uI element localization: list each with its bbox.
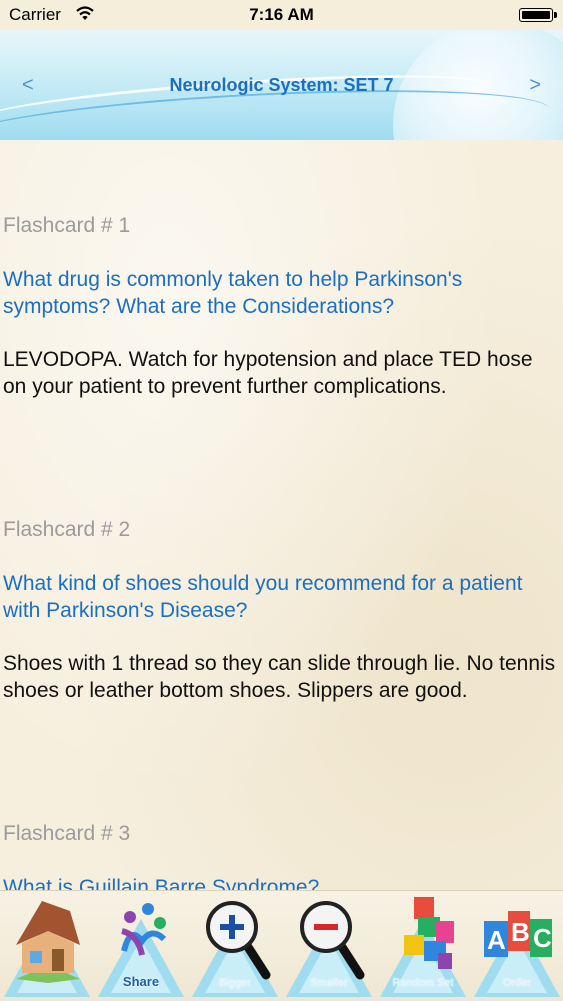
flashcard-question: What kind of shoes should you recommend … <box>3 572 523 622</box>
flashcard-question: What is Guillain Barre Syndrome? <box>3 876 320 890</box>
flashcard-label: Flashcard # 2 <box>3 518 131 541</box>
flashcard: Flashcard # 2 What kind of shoes should … <box>3 518 559 704</box>
share-button[interactable]: Share <box>94 891 188 1001</box>
order-label: Order <box>502 977 532 989</box>
svg-text:B: B <box>511 917 530 947</box>
bottom-toolbar: Share Bigger Smaller Random Set A B C Or… <box>0 890 563 1001</box>
clock: 7:16 AM <box>249 5 314 24</box>
flashcard-question: What drug is commonly taken to help Park… <box>3 268 463 318</box>
flashcard-label: Flashcard # 1 <box>3 214 131 237</box>
zoom-out-button[interactable]: Smaller <box>282 891 376 1001</box>
svg-text:A: A <box>487 925 506 955</box>
smaller-label: Smaller <box>310 977 348 989</box>
abc-icon: A B C <box>484 911 552 957</box>
status-bar: Carrier 7:16 AM <box>0 0 563 30</box>
home-button[interactable] <box>0 891 94 1001</box>
home-icon <box>16 901 80 983</box>
nav-header: < Neurologic System: SET 7 > <box>0 30 563 140</box>
flashcard: Flashcard # 3 What is Guillain Barre Syn… <box>3 822 559 890</box>
flashcard-answer: LEVODOPA. Watch for hypotension and plac… <box>3 348 533 398</box>
random-set-button[interactable]: Random Set <box>376 891 470 1001</box>
order-button[interactable]: A B C Order <box>470 891 563 1001</box>
puzzle-icon <box>404 897 454 969</box>
flashcard-list[interactable]: Flashcard # 1 What drug is commonly take… <box>0 140 563 890</box>
zoom-in-icon <box>206 901 271 980</box>
zoom-out-icon <box>300 901 365 980</box>
share-label: Share <box>122 974 160 989</box>
share-icon <box>121 903 167 956</box>
svg-text:C: C <box>533 923 552 953</box>
bigger-label: Bigger <box>219 977 251 989</box>
zoom-in-button[interactable]: Bigger <box>188 891 282 1001</box>
random-set-label: Random Set <box>392 977 454 989</box>
forward-arrow-icon[interactable]: > <box>529 74 541 97</box>
battery-icon <box>519 8 557 22</box>
flashcard-label: Flashcard # 3 <box>3 822 131 845</box>
flashcard: Flashcard # 1 What drug is commonly take… <box>3 214 559 400</box>
flashcard-answer: Shoes with 1 thread so they can slide th… <box>3 652 556 702</box>
page-title: Neurologic System: SET 7 <box>169 75 394 95</box>
